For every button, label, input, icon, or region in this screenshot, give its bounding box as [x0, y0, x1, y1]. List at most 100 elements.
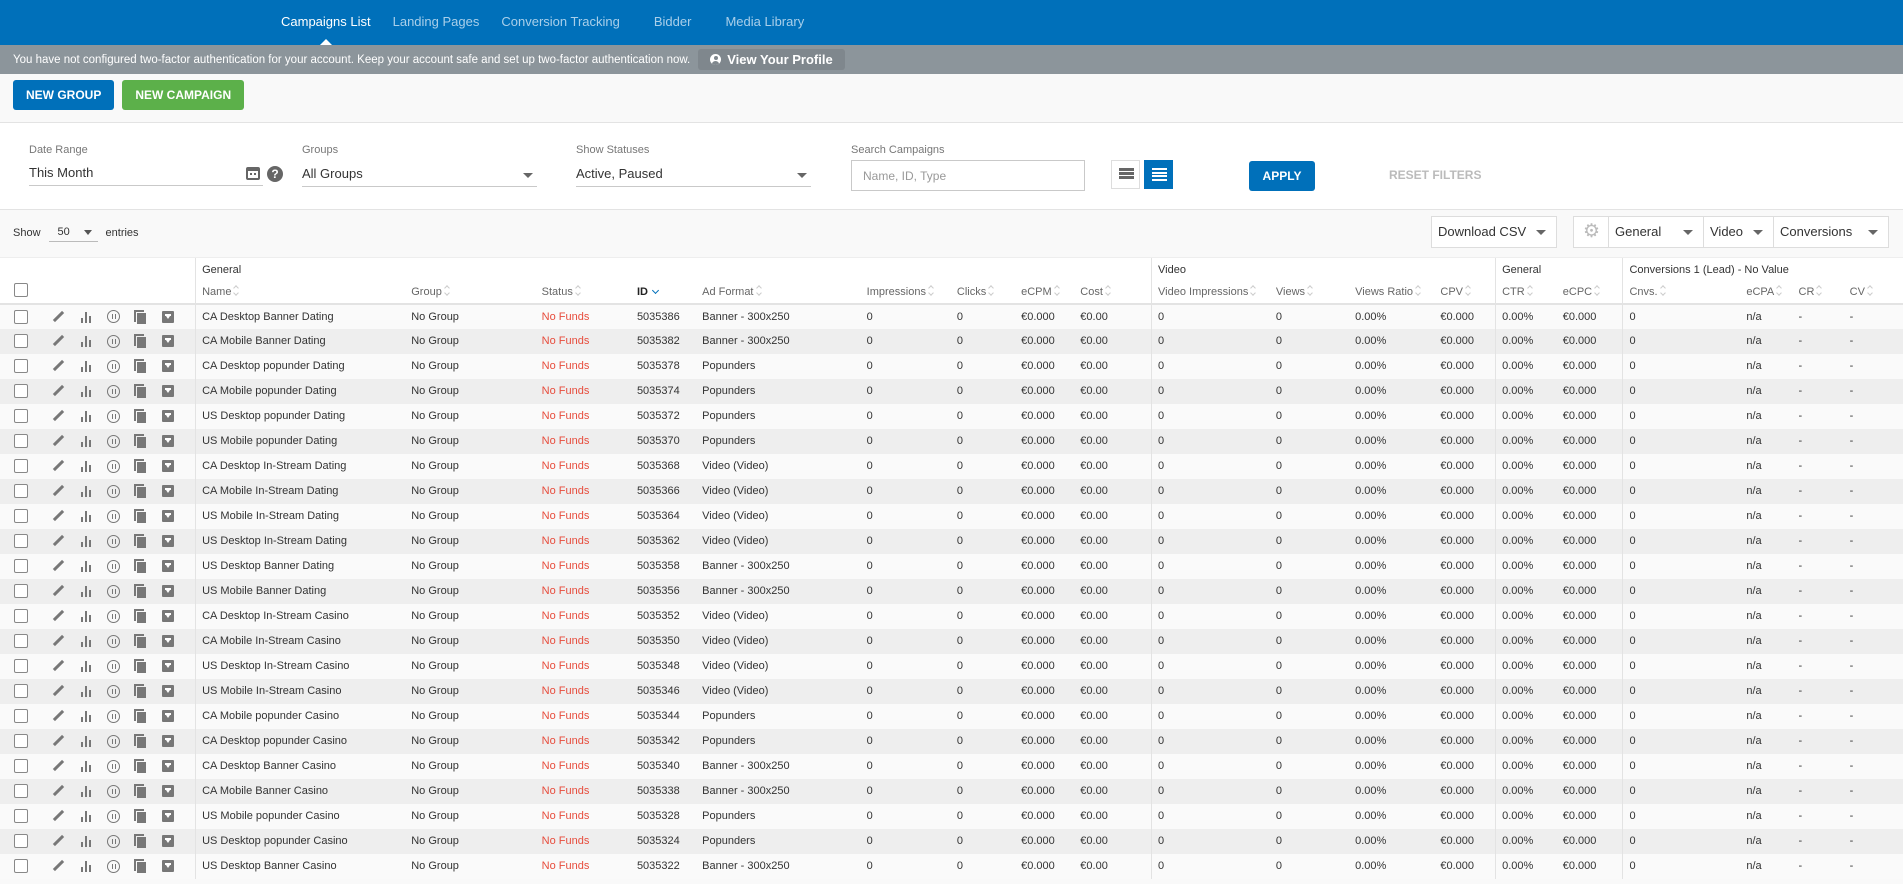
cell-name[interactable]: CA Desktop Banner Casino	[195, 753, 406, 779]
stats-chart-icon[interactable]	[79, 534, 93, 548]
col-views[interactable]: Views	[1269, 281, 1350, 305]
apply-button[interactable]: APPLY	[1249, 161, 1315, 191]
row-checkbox[interactable]	[14, 584, 28, 598]
duplicate-icon[interactable]	[134, 334, 148, 348]
cell-name[interactable]: CA Mobile In-Stream Dating	[195, 478, 406, 504]
duplicate-icon[interactable]	[134, 434, 148, 448]
col-ad-format[interactable]: Ad Format	[696, 281, 861, 305]
detailed-view-button[interactable]	[1144, 160, 1173, 189]
col-views-ratio[interactable]: Views Ratio	[1349, 281, 1435, 305]
calendar-icon[interactable]	[246, 167, 260, 180]
pause-icon[interactable]	[107, 359, 121, 373]
cell-name[interactable]: CA Desktop In-Stream Dating	[195, 453, 406, 479]
archive-icon[interactable]	[162, 710, 175, 722]
duplicate-icon[interactable]	[134, 484, 148, 498]
cell-name[interactable]: US Desktop popunder Dating	[195, 403, 406, 429]
pause-icon[interactable]	[107, 584, 121, 598]
conversions-columns-select[interactable]: Conversions	[1774, 217, 1888, 247]
edit-icon[interactable]	[51, 859, 65, 873]
duplicate-icon[interactable]	[134, 784, 148, 798]
row-checkbox[interactable]	[14, 759, 28, 773]
cell-name[interactable]: CA Mobile popunder Dating	[195, 378, 406, 404]
pause-icon[interactable]	[107, 384, 121, 398]
stats-chart-icon[interactable]	[79, 709, 93, 723]
stats-chart-icon[interactable]	[79, 809, 93, 823]
row-checkbox[interactable]	[14, 434, 28, 448]
edit-icon[interactable]	[51, 684, 65, 698]
row-checkbox[interactable]	[14, 809, 28, 823]
col-video-impressions[interactable]: Video Impressions	[1151, 281, 1270, 305]
stats-chart-icon[interactable]	[79, 859, 93, 873]
col-ctr[interactable]: CTR	[1495, 281, 1557, 305]
date-range-field[interactable]: This Month	[29, 163, 263, 186]
duplicate-icon[interactable]	[134, 609, 148, 623]
edit-icon[interactable]	[51, 334, 65, 348]
archive-icon[interactable]	[162, 810, 175, 822]
pause-icon[interactable]	[107, 809, 121, 823]
duplicate-icon[interactable]	[134, 409, 148, 423]
row-checkbox[interactable]	[14, 334, 28, 348]
archive-icon[interactable]	[162, 385, 175, 397]
edit-icon[interactable]	[51, 384, 65, 398]
tab-conversion-tracking[interactable]: Conversion Tracking	[493, 0, 628, 45]
view-profile-button[interactable]: View Your Profile	[698, 49, 845, 70]
row-checkbox[interactable]	[14, 659, 28, 673]
cell-name[interactable]: US Desktop In-Stream Casino	[195, 653, 406, 679]
archive-icon[interactable]	[162, 660, 175, 672]
cell-name[interactable]: US Mobile In-Stream Dating	[195, 503, 406, 529]
cell-name[interactable]: US Desktop Banner Dating	[195, 553, 406, 579]
col-name[interactable]: Name	[195, 281, 406, 305]
archive-icon[interactable]	[162, 535, 175, 547]
edit-icon[interactable]	[51, 484, 65, 498]
stats-chart-icon[interactable]	[79, 784, 93, 798]
row-checkbox[interactable]	[14, 384, 28, 398]
new-group-button[interactable]: NEW GROUP	[13, 80, 115, 110]
statuses-select[interactable]: Active, Paused	[576, 164, 811, 187]
stats-chart-icon[interactable]	[79, 310, 93, 324]
col-cost[interactable]: Cost	[1074, 281, 1152, 305]
row-checkbox[interactable]	[14, 834, 28, 848]
edit-icon[interactable]	[51, 509, 65, 523]
duplicate-icon[interactable]	[134, 534, 148, 548]
help-icon[interactable]: ?	[267, 166, 283, 182]
col-cnvs[interactable]: Cnvs.	[1622, 281, 1741, 305]
archive-icon[interactable]	[162, 735, 175, 747]
stats-chart-icon[interactable]	[79, 359, 93, 373]
archive-icon[interactable]	[162, 785, 175, 797]
pause-icon[interactable]	[107, 559, 121, 573]
pause-icon[interactable]	[107, 759, 121, 773]
tab-bidder[interactable]: Bidder	[646, 0, 700, 45]
duplicate-icon[interactable]	[134, 309, 148, 324]
pause-icon[interactable]	[107, 409, 121, 423]
archive-icon[interactable]	[162, 585, 175, 597]
pause-icon[interactable]	[107, 534, 121, 548]
col-cv[interactable]: CV	[1843, 281, 1903, 305]
archive-icon[interactable]	[162, 410, 175, 422]
stats-chart-icon[interactable]	[79, 409, 93, 423]
col-ecpa[interactable]: eCPA	[1740, 281, 1793, 305]
archive-icon[interactable]	[162, 610, 175, 622]
archive-icon[interactable]	[162, 435, 175, 447]
row-checkbox[interactable]	[14, 359, 28, 373]
compact-view-button[interactable]	[1111, 160, 1140, 189]
col-clicks[interactable]: Clicks	[950, 281, 1016, 305]
col-cpv[interactable]: CPV	[1434, 281, 1496, 305]
duplicate-icon[interactable]	[134, 834, 148, 848]
edit-icon[interactable]	[51, 609, 65, 623]
pause-icon[interactable]	[107, 434, 121, 448]
reset-filters-button[interactable]: RESET FILTERS	[1389, 168, 1481, 182]
row-checkbox[interactable]	[14, 484, 28, 498]
cell-name[interactable]: CA Mobile In-Stream Casino	[195, 628, 406, 654]
stats-chart-icon[interactable]	[79, 434, 93, 448]
col-ecpc[interactable]: eCPC	[1556, 281, 1623, 305]
duplicate-icon[interactable]	[134, 559, 148, 573]
select-all-checkbox[interactable]	[14, 282, 28, 297]
duplicate-icon[interactable]	[134, 659, 148, 673]
cell-name[interactable]: US Mobile In-Stream Casino	[195, 678, 406, 704]
archive-icon[interactable]	[162, 635, 175, 647]
archive-icon[interactable]	[162, 485, 175, 497]
duplicate-icon[interactable]	[134, 684, 148, 698]
archive-icon[interactable]	[162, 310, 175, 323]
search-input[interactable]	[851, 160, 1085, 191]
stats-chart-icon[interactable]	[79, 459, 93, 473]
